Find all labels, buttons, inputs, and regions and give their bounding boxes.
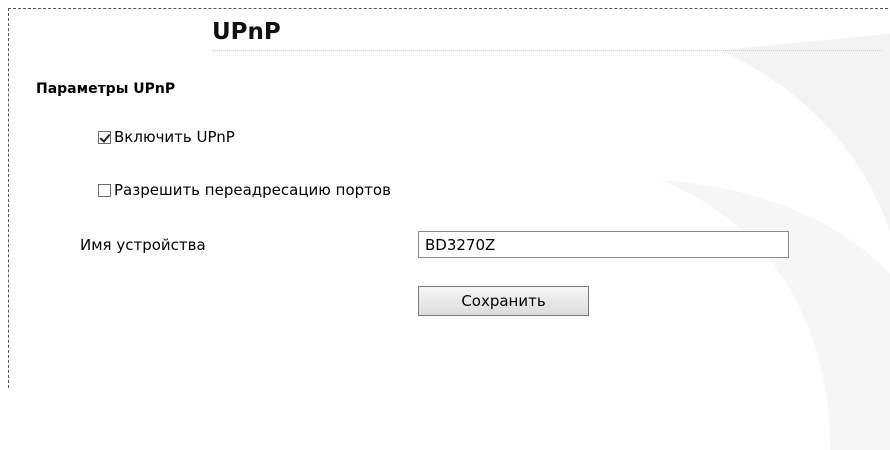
enable-upnp-label: Включить UPnP xyxy=(114,128,235,146)
port-forwarding-checkbox[interactable] xyxy=(98,183,111,197)
page-title: UPnP xyxy=(212,19,281,45)
device-name-input[interactable] xyxy=(418,231,789,258)
port-forwarding-option[interactable]: Разрешить переадресацию портов xyxy=(98,181,391,199)
enable-upnp-option[interactable]: Включить UPnP xyxy=(98,128,235,146)
title-divider xyxy=(212,50,882,51)
port-forwarding-label: Разрешить переадресацию портов xyxy=(114,181,391,199)
save-button[interactable]: Сохранить xyxy=(418,286,589,316)
section-title: Параметры UPnP xyxy=(36,81,176,97)
enable-upnp-checkbox[interactable] xyxy=(98,130,111,144)
device-name-label: Имя устройства xyxy=(80,236,206,254)
